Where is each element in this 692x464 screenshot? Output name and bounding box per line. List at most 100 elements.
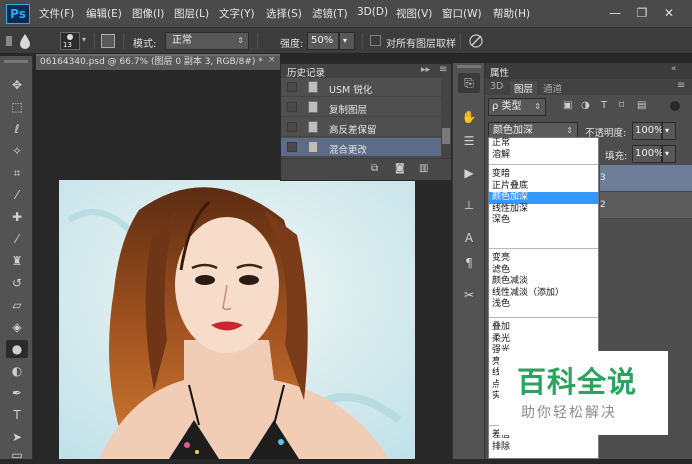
strength-dropdown[interactable]: ▾ xyxy=(339,32,355,50)
blend-mode-option[interactable]: 线性加深 xyxy=(489,204,598,216)
shape-tool-icon[interactable]: ▭ xyxy=(6,446,28,464)
blend-mode-option[interactable]: 正片叠底 xyxy=(489,181,598,193)
dodge-tool-icon[interactable]: ◐ xyxy=(6,362,28,380)
paint-bucket-icon[interactable]: ◈ xyxy=(6,318,28,336)
brush-presets-icon[interactable]: ✋ xyxy=(458,107,480,127)
blend-mode-option[interactable]: 颜色加深 xyxy=(489,192,598,204)
minimize-icon[interactable]: — xyxy=(604,4,626,22)
history-item[interactable]: USM 锐化 xyxy=(281,78,441,97)
adjustments-icon[interactable]: ☰ xyxy=(458,131,480,151)
move-tool-icon[interactable]: ✥ xyxy=(6,76,28,94)
history-scrollbar[interactable] xyxy=(441,78,451,158)
menu-3d[interactable]: 3D(D) xyxy=(357,6,388,18)
blend-mode-option[interactable]: 滤色 xyxy=(489,265,598,277)
filter-toggle-icon[interactable] xyxy=(670,101,680,111)
marquee-tool-icon[interactable]: ⬚ xyxy=(6,98,28,116)
paragraph-panel-icon[interactable]: ¶ xyxy=(458,253,480,273)
menu-image[interactable]: 图像(I) xyxy=(132,6,164,21)
menu-filter[interactable]: 滤镜(T) xyxy=(312,6,348,21)
actions-icon[interactable]: ▶ xyxy=(458,163,480,183)
tab-layers[interactable]: 图层 xyxy=(510,81,538,95)
blend-mode-option[interactable]: 溶解 xyxy=(489,150,598,162)
history-item[interactable]: 高反差保留 xyxy=(281,118,441,137)
camera-snapshot-icon[interactable]: ◙ xyxy=(395,163,405,174)
menu-file[interactable]: 文件(F) xyxy=(39,6,74,21)
strength-input[interactable]: 50% xyxy=(307,32,339,50)
collapse-icon[interactable]: ▸▸ xyxy=(421,65,430,75)
tab-properties[interactable]: 属性 xyxy=(490,65,509,79)
mode-select[interactable]: 正常 ⇕ xyxy=(165,32,249,50)
pen-tool-icon[interactable]: ✒ xyxy=(6,384,28,402)
brush-tool-icon[interactable]: ⁄ xyxy=(6,230,28,248)
blur-tool-icon[interactable]: ● xyxy=(6,340,28,358)
document-tab[interactable]: 06164340.psd @ 66.7% (图层 0 副本 3, RGB/8#)… xyxy=(36,54,280,70)
fill-dropdown[interactable]: ▾ xyxy=(662,145,676,163)
panel-menu-icon[interactable]: ≡ xyxy=(439,64,447,75)
clone-source-icon[interactable]: ⊥ xyxy=(458,195,480,215)
type-tool-icon[interactable]: T xyxy=(6,406,28,424)
blend-mode-option[interactable]: 线性减淡（添加） xyxy=(489,288,598,300)
sample-all-layers-checkbox[interactable] xyxy=(370,35,381,46)
lasso-tool-icon[interactable]: ℓ xyxy=(6,120,28,138)
blend-mode-option[interactable]: 叠加 xyxy=(489,322,598,334)
tool-presets-icon[interactable]: ✂ xyxy=(458,285,480,305)
close-icon[interactable]: × xyxy=(268,55,276,65)
history-item-selected[interactable]: 混合更改 xyxy=(281,138,441,157)
snapshot-checkbox[interactable] xyxy=(287,122,297,132)
eyedropper-icon[interactable]: ⁄ xyxy=(6,186,28,204)
snapshot-checkbox[interactable] xyxy=(287,102,297,112)
layer-filter-select[interactable]: ρ 类型 ⇕ xyxy=(488,98,546,116)
history-brush-icon[interactable]: ↺ xyxy=(6,274,28,292)
smart-object-filter-icon[interactable]: ▤ xyxy=(637,100,646,111)
crop-tool-icon[interactable]: ⌗ xyxy=(6,164,28,182)
menu-view[interactable]: 视图(V) xyxy=(396,6,432,21)
trash-icon[interactable]: ▥ xyxy=(419,163,428,174)
clone-stamp-icon[interactable]: ♜ xyxy=(6,252,28,270)
opacity-dropdown[interactable]: ▾ xyxy=(662,122,676,140)
chevron-down-icon[interactable]: ▾ xyxy=(82,35,86,44)
brush-preset-picker[interactable]: 13 xyxy=(60,32,80,50)
blend-mode-option[interactable]: 正常 xyxy=(489,138,598,150)
panel-menu-icon[interactable]: ≡ xyxy=(677,80,685,91)
opacity-input[interactable]: 100% xyxy=(632,122,664,140)
menu-edit[interactable]: 编辑(E) xyxy=(86,6,122,21)
pressure-pen-icon[interactable] xyxy=(468,33,484,49)
canvas-image[interactable] xyxy=(59,180,415,459)
tab-3d[interactable]: 3D xyxy=(490,81,503,92)
close-icon[interactable]: ✕ xyxy=(658,4,680,22)
snapshot-checkbox[interactable] xyxy=(287,82,297,92)
collapse-icon[interactable]: « xyxy=(671,64,677,74)
blend-mode-option[interactable]: 排除 xyxy=(489,442,598,454)
scrollbar-thumb[interactable] xyxy=(442,128,450,144)
character-panel-icon[interactable]: A xyxy=(458,228,480,248)
blend-mode-option[interactable]: 颜色减淡 xyxy=(489,276,598,288)
tab-channels[interactable]: 通道 xyxy=(543,81,562,95)
layer-row-selected[interactable]: 3 xyxy=(600,165,692,192)
menu-help[interactable]: 帮助(H) xyxy=(493,6,530,21)
new-document-from-state-icon[interactable]: ⧉ xyxy=(371,163,378,174)
menu-type[interactable]: 文字(Y) xyxy=(219,6,255,21)
healing-brush-icon[interactable]: ✚ xyxy=(6,208,28,226)
brush-panel-icon[interactable] xyxy=(101,34,115,48)
menu-window[interactable]: 窗口(W) xyxy=(442,6,482,21)
menu-select[interactable]: 选择(S) xyxy=(266,6,302,21)
history-panel-icon[interactable]: ⎘ xyxy=(458,73,480,93)
menu-layer[interactable]: 图层(L) xyxy=(174,6,209,21)
pixel-filter-icon[interactable]: ▣ xyxy=(563,100,572,111)
layer-row[interactable]: 2 xyxy=(600,192,692,219)
blend-mode-option[interactable]: 变亮 xyxy=(489,253,598,265)
path-selection-icon[interactable]: ➤ xyxy=(6,428,28,446)
history-panel-title[interactable]: 历史记录 xyxy=(287,65,325,79)
blend-mode-option[interactable]: 深色 xyxy=(489,215,598,227)
blur-drop-icon[interactable] xyxy=(18,33,32,49)
snapshot-checkbox[interactable] xyxy=(287,142,297,152)
magic-wand-icon[interactable]: ✧ xyxy=(6,142,28,160)
blend-mode-option[interactable]: 变暗 xyxy=(489,169,598,181)
shape-filter-icon[interactable]: ⌑ xyxy=(619,100,624,111)
history-item[interactable]: 复制图层 xyxy=(281,98,441,117)
blend-mode-option[interactable]: 浅色 xyxy=(489,299,598,311)
fill-input[interactable]: 100% xyxy=(632,145,664,163)
restore-icon[interactable]: ❐ xyxy=(631,4,653,22)
adjustment-filter-icon[interactable]: ◑ xyxy=(581,100,590,111)
blend-mode-option[interactable]: 柔光 xyxy=(489,334,598,346)
